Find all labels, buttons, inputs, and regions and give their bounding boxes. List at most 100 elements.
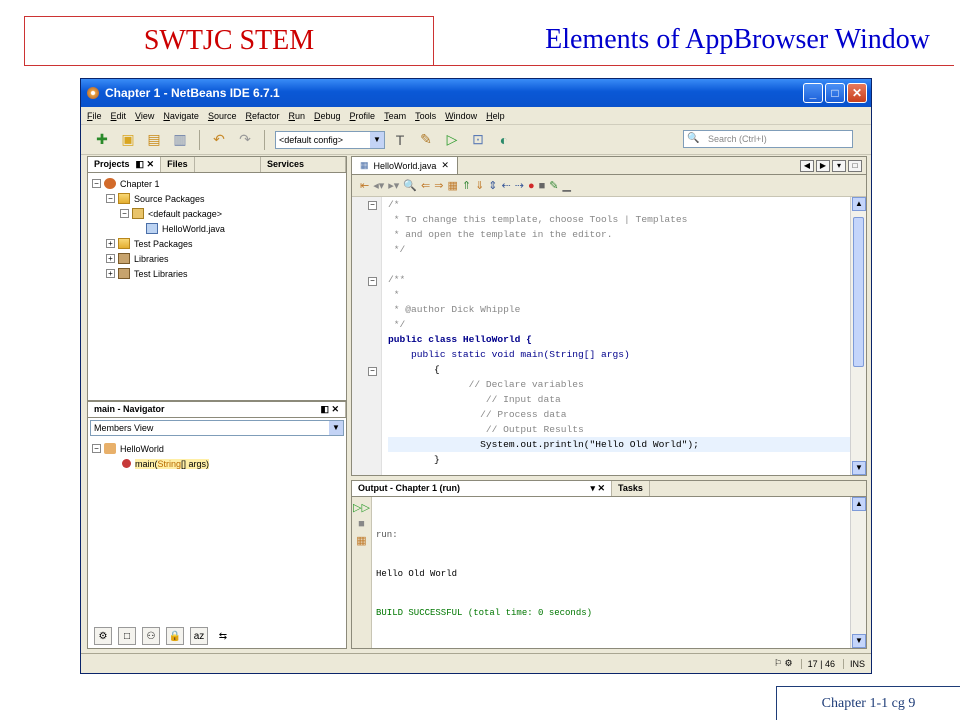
fold-toggle-icon[interactable]: − — [368, 367, 377, 376]
collapse-icon[interactable]: − — [92, 444, 101, 453]
next-bookmark-icon[interactable]: ⇓ — [475, 179, 484, 192]
last-edit-icon[interactable]: ⇤ — [360, 179, 369, 192]
forward-icon[interactable]: ▸▾ — [388, 179, 399, 192]
expand-icon[interactable]: + — [106, 269, 115, 278]
code-editor[interactable]: − − − /* * To change this template, choo… — [352, 197, 850, 475]
tree-item-source-packages[interactable]: − Source Packages — [92, 191, 342, 206]
menu-debug[interactable]: Debug — [314, 111, 341, 121]
uncomment-icon[interactable]: ▁ — [562, 179, 570, 192]
nav-item-main-method[interactable]: main(String[] args) — [92, 456, 342, 471]
fold-toggle-icon[interactable]: − — [368, 201, 377, 210]
undo-icon[interactable]: ↶ — [208, 129, 230, 151]
tab-files[interactable]: Files — [161, 157, 195, 172]
scroll-up-icon[interactable]: ▲ — [852, 197, 866, 211]
collapse-icon[interactable]: − — [106, 194, 115, 203]
previous-bookmark-icon[interactable]: ⇑ — [462, 179, 471, 192]
stop-icon[interactable]: ■ — [358, 518, 365, 530]
record-macro-icon[interactable]: ● — [528, 180, 535, 192]
tab-left-icon[interactable]: ◀ — [800, 159, 814, 172]
tree-item-helloworld-java[interactable]: HelloWorld.java — [92, 221, 342, 236]
close-icon[interactable]: ✕ — [441, 160, 449, 171]
tab-list-icon[interactable]: ▾ — [832, 159, 846, 172]
toggle-bookmark-icon[interactable]: ⇕ — [488, 179, 497, 192]
expand-icon[interactable]: + — [106, 254, 115, 263]
stop-macro-icon[interactable]: ■ — [539, 180, 546, 192]
find-icon[interactable]: 🔍 — [403, 179, 417, 192]
run-icon[interactable]: ▷ — [441, 129, 463, 151]
fold-toggle-icon[interactable]: − — [368, 277, 377, 286]
maximize-icon[interactable]: □ — [848, 159, 862, 172]
clean-build-icon[interactable]: ✎ — [415, 129, 437, 151]
tab-services[interactable]: Services — [260, 157, 346, 172]
nav-item-class[interactable]: − HelloWorld — [92, 441, 342, 456]
menu-refactor[interactable]: Refactor — [245, 111, 279, 121]
search-input[interactable]: 🔍 Search (Ctrl+I) — [683, 130, 853, 148]
tree-item-default-package[interactable]: − <default package> — [92, 206, 342, 221]
show-nonpublic-icon[interactable]: 🔒 — [166, 627, 184, 645]
scroll-down-icon[interactable]: ▼ — [852, 634, 866, 648]
redo-icon[interactable]: ↷ — [234, 129, 256, 151]
comment-icon[interactable]: ✎ — [549, 179, 558, 192]
title-bar[interactable]: Chapter 1 - NetBeans IDE 6.7.1 _ □ ✕ — [81, 79, 871, 107]
collapse-icon[interactable]: − — [120, 209, 129, 218]
output-scrollbar[interactable]: ▲ ▼ — [850, 497, 866, 648]
save-all-icon[interactable]: ▥ — [169, 129, 191, 151]
find-next-icon[interactable]: ⇒ — [434, 179, 443, 192]
members-view-select[interactable]: Members View ▼ — [90, 420, 344, 436]
menu-source[interactable]: Source — [208, 111, 237, 121]
sort-source-icon[interactable]: ⇆ — [214, 627, 232, 645]
shift-left-icon[interactable]: ⇠ — [502, 179, 511, 192]
maximize-button[interactable]: □ — [825, 83, 845, 103]
editor-scrollbar[interactable]: ▲ ▼ — [850, 197, 866, 475]
menu-team[interactable]: Team — [384, 111, 406, 121]
find-previous-icon[interactable]: ⇐ — [421, 179, 430, 192]
toggle-highlight-icon[interactable]: ▦ — [447, 179, 457, 192]
tree-item-test-packages[interactable]: + Test Packages — [92, 236, 342, 251]
tab-right-icon[interactable]: ▶ — [816, 159, 830, 172]
menu-tools[interactable]: Tools — [415, 111, 436, 121]
menu-file[interactable]: File — [87, 111, 102, 121]
menu-edit[interactable]: Edit — [111, 111, 127, 121]
debug-icon[interactable]: ⊡ — [467, 129, 489, 151]
rerun-icon[interactable]: ▷▷ — [353, 501, 370, 514]
tab-output[interactable]: Output - Chapter 1 (run) ▾ ✕ — [352, 481, 612, 496]
show-fields-icon[interactable]: □ — [118, 627, 136, 645]
output-settings-icon[interactable]: ▦ — [356, 534, 366, 547]
collapse-icon[interactable]: − — [92, 179, 101, 188]
navigator-panel: main - Navigator ◧ ✕ Members View ▼ − Hell… — [87, 401, 347, 649]
menu-navigate[interactable]: Navigate — [163, 111, 199, 121]
show-inherited-icon[interactable]: ⚙ — [94, 627, 112, 645]
config-select[interactable]: <default config> ▼ — [275, 130, 385, 149]
tab-tasks[interactable]: Tasks — [612, 481, 650, 496]
close-button[interactable]: ✕ — [847, 83, 867, 103]
close-icon[interactable]: ◧ ✕ — [320, 404, 339, 415]
menu-profile[interactable]: Profile — [350, 111, 376, 121]
tab-projects[interactable]: Projects ◧ ✕ — [88, 157, 162, 172]
menu-window[interactable]: Window — [445, 111, 477, 121]
menu-help[interactable]: Help — [486, 111, 505, 121]
expand-icon[interactable]: + — [106, 239, 115, 248]
scroll-thumb[interactable] — [853, 217, 864, 367]
menu-run[interactable]: Run — [288, 111, 305, 121]
shift-right-icon[interactable]: ⇢ — [515, 179, 524, 192]
tree-item-test-libraries[interactable]: + Test Libraries — [92, 266, 342, 281]
minimize-button[interactable]: _ — [803, 83, 823, 103]
library-icon — [118, 253, 130, 264]
tree-item-libraries[interactable]: + Libraries — [92, 251, 342, 266]
menu-view[interactable]: View — [135, 111, 154, 121]
back-icon[interactable]: ◂▾ — [373, 179, 384, 192]
tree-item-project[interactable]: − Chapter 1 — [92, 176, 342, 191]
show-static-icon[interactable]: ⚇ — [142, 627, 160, 645]
scroll-down-icon[interactable]: ▼ — [852, 461, 866, 475]
open-project-icon[interactable]: ▤ — [143, 129, 165, 151]
close-icon[interactable]: ◧ ✕ — [136, 159, 155, 169]
new-file-icon[interactable]: ✚ — [91, 129, 113, 151]
tab-helloworld-java[interactable]: ▦ HelloWorld.java ✕ — [352, 157, 458, 174]
tab-navigator[interactable]: main - Navigator ◧ ✕ — [88, 402, 346, 417]
build-hammer-icon[interactable]: T — [389, 129, 411, 151]
close-icon[interactable]: ▾ ✕ — [590, 483, 605, 494]
profile-icon[interactable]: ◐ — [493, 129, 515, 151]
sort-alpha-icon[interactable]: az — [190, 627, 208, 645]
scroll-up-icon[interactable]: ▲ — [852, 497, 866, 511]
new-project-icon[interactable]: ▣ — [117, 129, 139, 151]
